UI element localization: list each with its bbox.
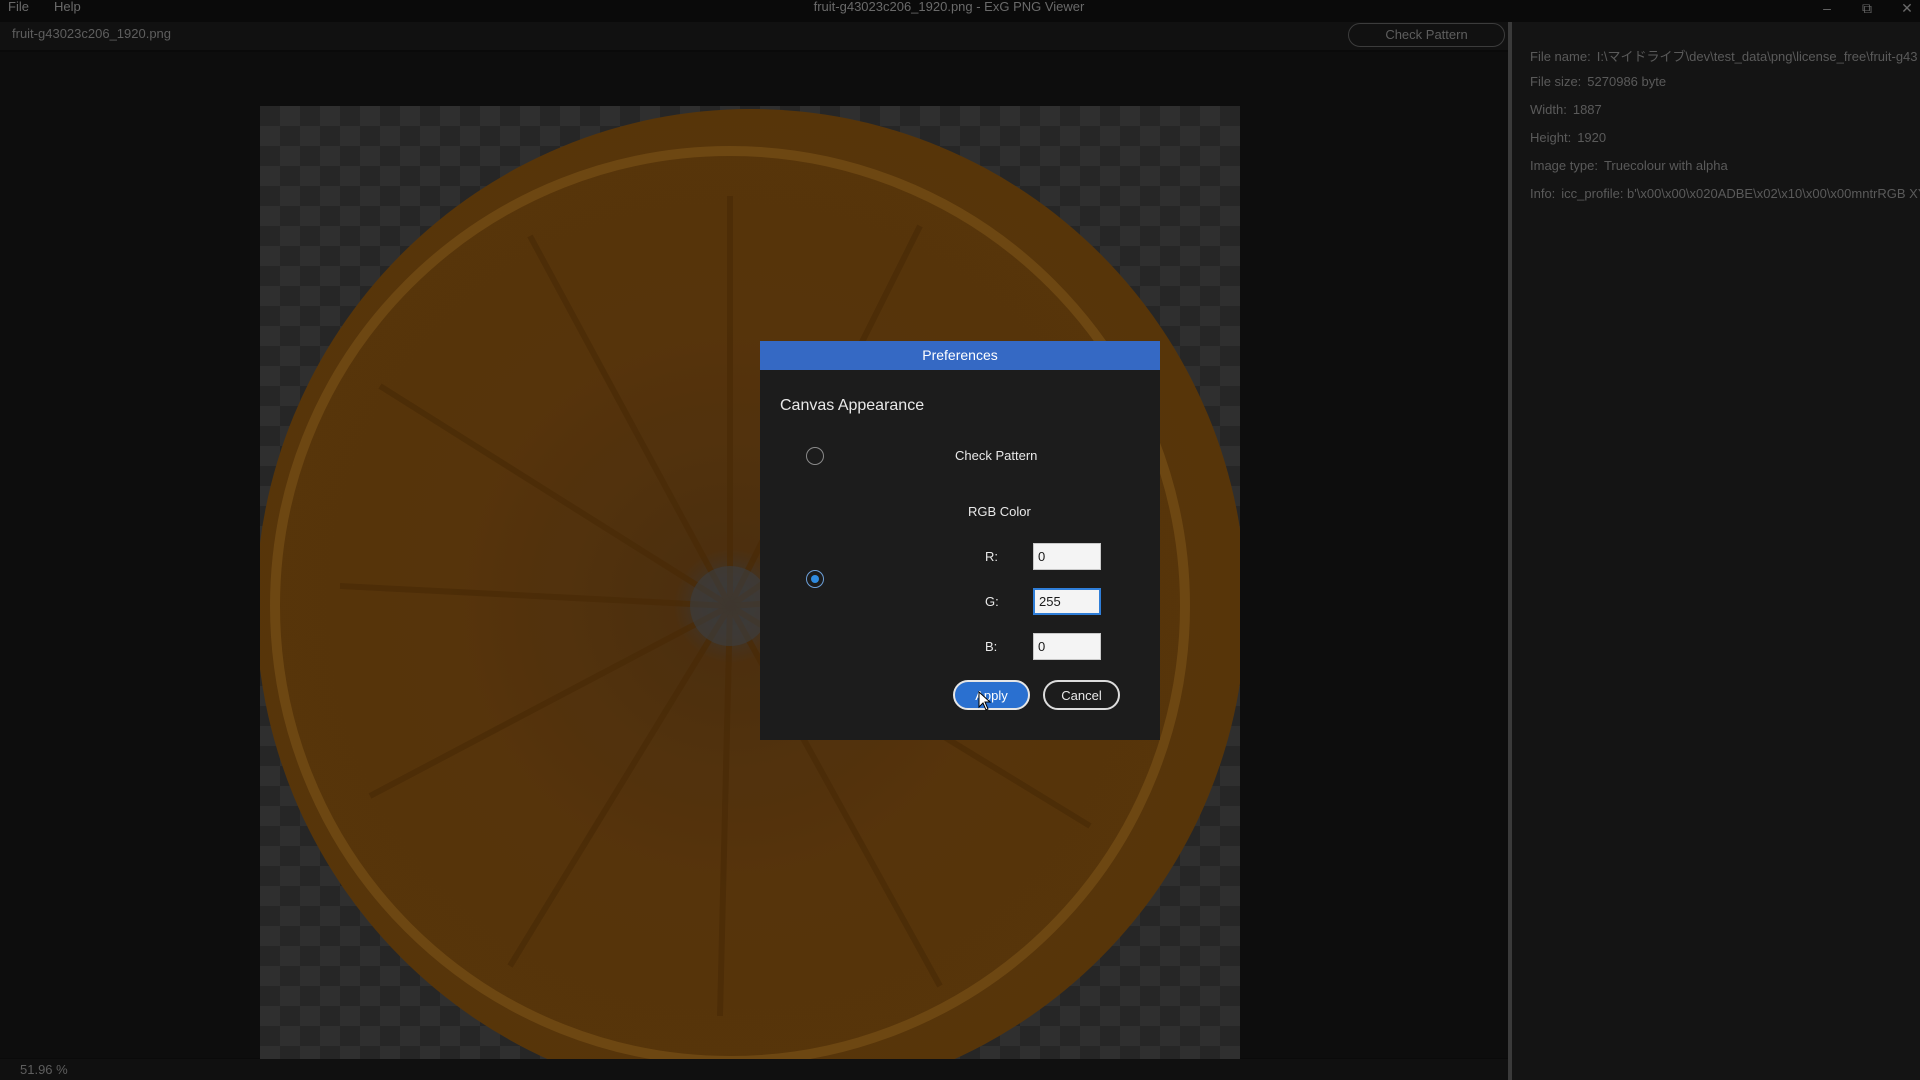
check-pattern-label: Check Pattern: [955, 448, 1038, 463]
info-file-size: File size: 5270986 byte: [1530, 74, 1667, 89]
info-image-type: Image type: Truecolour with alpha: [1530, 158, 1728, 173]
minimize-icon[interactable]: –: [1812, 0, 1842, 18]
mouse-cursor-icon: [978, 691, 992, 711]
maximize-icon[interactable]: ⧉: [1852, 0, 1882, 18]
check-pattern-button[interactable]: Check Pattern: [1348, 23, 1505, 47]
rgb-color-label: RGB Color: [968, 504, 1031, 519]
info-height: Height: 1920: [1530, 130, 1607, 145]
window-title: fruit-g43023c206_1920.png - ExG PNG View…: [813, 0, 1085, 14]
file-path-bar: fruit-g43023c206_1920.png: [0, 22, 1510, 50]
canvas-appearance-heading: Canvas Appearance: [780, 397, 925, 414]
image-canvas[interactable]: [0, 52, 1508, 1080]
g-input[interactable]: [1033, 588, 1101, 615]
cancel-button[interactable]: Cancel: [1043, 680, 1120, 710]
close-icon[interactable]: ✕: [1892, 0, 1920, 18]
info-icc-profile: Info: icc_profile: b'\x00\x00\x020ADBE\x0…: [1530, 186, 1920, 201]
info-width: Width: 1887: [1530, 102, 1602, 117]
check-pattern-radio[interactable]: [806, 447, 824, 465]
r-input[interactable]: [1033, 543, 1101, 570]
file-path: fruit-g43023c206_1920.png: [12, 26, 172, 41]
dialog-title: Preferences: [760, 341, 1160, 370]
b-input[interactable]: [1033, 633, 1101, 660]
info-file-name: File name: I:\マイドライブ\dev\test_data\png\li…: [1530, 49, 1918, 64]
rgb-color-radio[interactable]: [806, 570, 824, 588]
zoom-level: 51.96 %: [20, 1062, 68, 1077]
preferences-dialog: Preferences Canvas Appearance Check Patt…: [760, 341, 1160, 740]
title-bar: File Help fruit-g43023c206_1920.png - Ex…: [0, 0, 1920, 18]
b-label: B:: [985, 639, 998, 654]
status-bar: 51.96 %: [0, 1059, 1508, 1080]
r-label: R:: [985, 549, 998, 564]
g-label: G:: [985, 594, 999, 609]
image-info-panel: File name: I:\マイドライブ\dev\test_data\png\li…: [1512, 22, 1920, 1080]
